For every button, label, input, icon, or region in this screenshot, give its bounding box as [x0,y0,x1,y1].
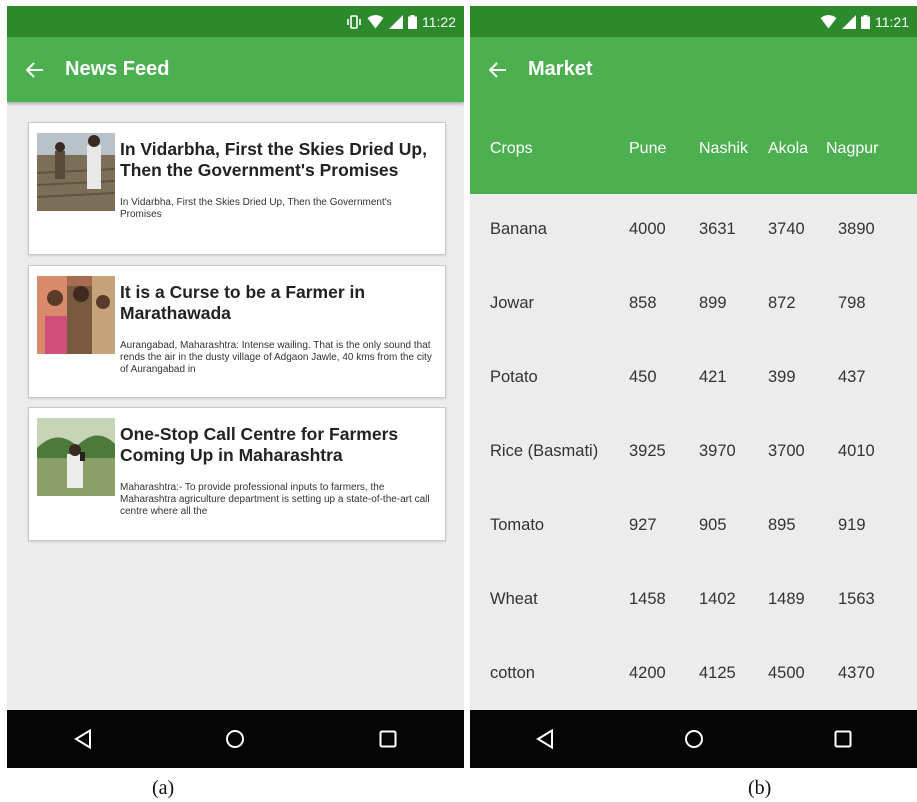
price-cell: 4125 [699,664,736,682]
price-cell: 3740 [768,220,805,238]
app-bar: Market [470,37,917,102]
battery-icon [861,14,870,29]
vibrate-icon [346,14,362,29]
price-cell: 421 [699,368,727,386]
price-cell: 1489 [768,590,805,608]
price-cell: 905 [699,516,727,534]
price-cell: 4010 [838,442,875,460]
news-thumbnail [37,418,115,496]
crop-name: Rice (Basmati) [490,442,599,460]
price-cell: 3925 [629,442,666,460]
page-title: News Feed [65,58,170,80]
price-cell: 1458 [629,590,666,608]
signal-icon [389,14,403,29]
price-cell: 1563 [838,590,875,608]
status-time: 11:21 [875,13,909,30]
news-headline: It is a Curse to be a Farmer in Marathaw… [120,282,366,323]
price-cell: 4500 [768,664,805,682]
wifi-icon [367,14,384,29]
news-headline: In Vidarbha, First the Skies Dried Up, T… [120,139,427,180]
app-bar: News Feed [7,37,464,102]
crop-name: Potato [490,368,538,386]
news-thumbnail [37,276,115,354]
column-header-nashik: Nashik [699,140,748,157]
table-row: Tomato 927 905 895 919 [470,490,917,564]
nav-recents-icon[interactable] [768,710,917,768]
price-cell: 437 [838,368,866,386]
market-table: Crops Pune Nashik Akola Nagpur Banana 40… [470,102,917,710]
nav-recents-icon[interactable] [312,710,464,768]
news-card[interactable]: In Vidarbha, First the Skies Dried Up, T… [28,122,446,255]
table-row: Jowar 858 899 872 798 [470,268,917,342]
price-cell: 3890 [838,220,875,238]
column-header-pune: Pune [629,140,667,157]
status-bar: 11:22 [7,6,464,37]
nav-back-icon[interactable] [470,710,619,768]
market-screen: 11:21 Market Crops Pune Nashik Akola Nag… [470,6,917,768]
table-row: cotton 4200 4125 4500 4370 [470,638,917,712]
crop-name: Wheat [490,590,538,608]
column-header-akola: Akola [768,140,809,157]
price-cell: 4370 [838,664,875,682]
news-snippet: In Vidarbha, First the Skies Dried Up, T… [120,197,392,220]
price-cell: 3631 [699,220,736,238]
price-cell: 3700 [768,442,805,460]
price-cell: 4000 [629,220,666,238]
crop-name: Tomato [490,516,545,534]
back-arrow-icon[interactable] [7,37,63,102]
battery-icon [408,14,417,29]
crop-name: cotton [490,664,535,682]
system-nav-bar [470,710,917,768]
status-time: 11:22 [422,13,456,30]
signal-icon [842,14,856,29]
news-card[interactable]: It is a Curse to be a Farmer in Marathaw… [28,265,446,398]
wifi-icon [820,14,837,29]
caption-b: (b) [748,777,772,799]
price-cell: 919 [838,516,866,534]
table-header: Crops Pune Nashik Akola Nagpur [470,102,917,194]
table-row: Wheat 1458 1402 1489 1563 [470,564,917,638]
crop-name: Banana [490,220,547,238]
table-row: Potato 450 421 399 437 [470,342,917,416]
nav-home-icon[interactable] [159,710,311,768]
news-snippet: Aurangabad, Maharashtra: Intense wailing… [120,340,432,375]
news-list: In Vidarbha, First the Skies Dried Up, T… [7,102,464,710]
nav-back-icon[interactable] [7,710,159,768]
column-header-crops: Crops [490,140,533,157]
news-thumbnail [37,133,115,211]
news-feed-screen: 11:22 News Feed In Vidarbha, First the S… [7,6,464,768]
price-cell: 4200 [629,664,666,682]
price-cell: 899 [699,294,727,312]
news-snippet: Maharashtra:- To provide professional in… [120,482,430,517]
caption-a: (a) [152,777,175,799]
status-bar: 11:21 [470,6,917,37]
price-cell: 798 [838,294,866,312]
crop-name: Jowar [490,294,535,312]
column-header-nagpur: Nagpur [826,140,879,157]
news-headline: One-Stop Call Centre for Farmers Coming … [120,424,399,465]
table-row: Rice (Basmati) 3925 3970 3700 4010 [470,416,917,490]
back-arrow-icon[interactable] [470,37,526,102]
price-cell: 399 [768,368,796,386]
price-cell: 858 [629,294,657,312]
system-nav-bar [7,710,464,768]
nav-home-icon[interactable] [619,710,768,768]
price-cell: 927 [629,516,657,534]
price-cell: 450 [629,368,657,386]
news-card[interactable]: One-Stop Call Centre for Farmers Coming … [28,407,446,541]
price-cell: 3970 [699,442,736,460]
page-title: Market [528,58,593,80]
price-cell: 872 [768,294,796,312]
table-row: Banana 4000 3631 3740 3890 [470,194,917,268]
price-cell: 1402 [699,590,736,608]
price-cell: 895 [768,516,796,534]
